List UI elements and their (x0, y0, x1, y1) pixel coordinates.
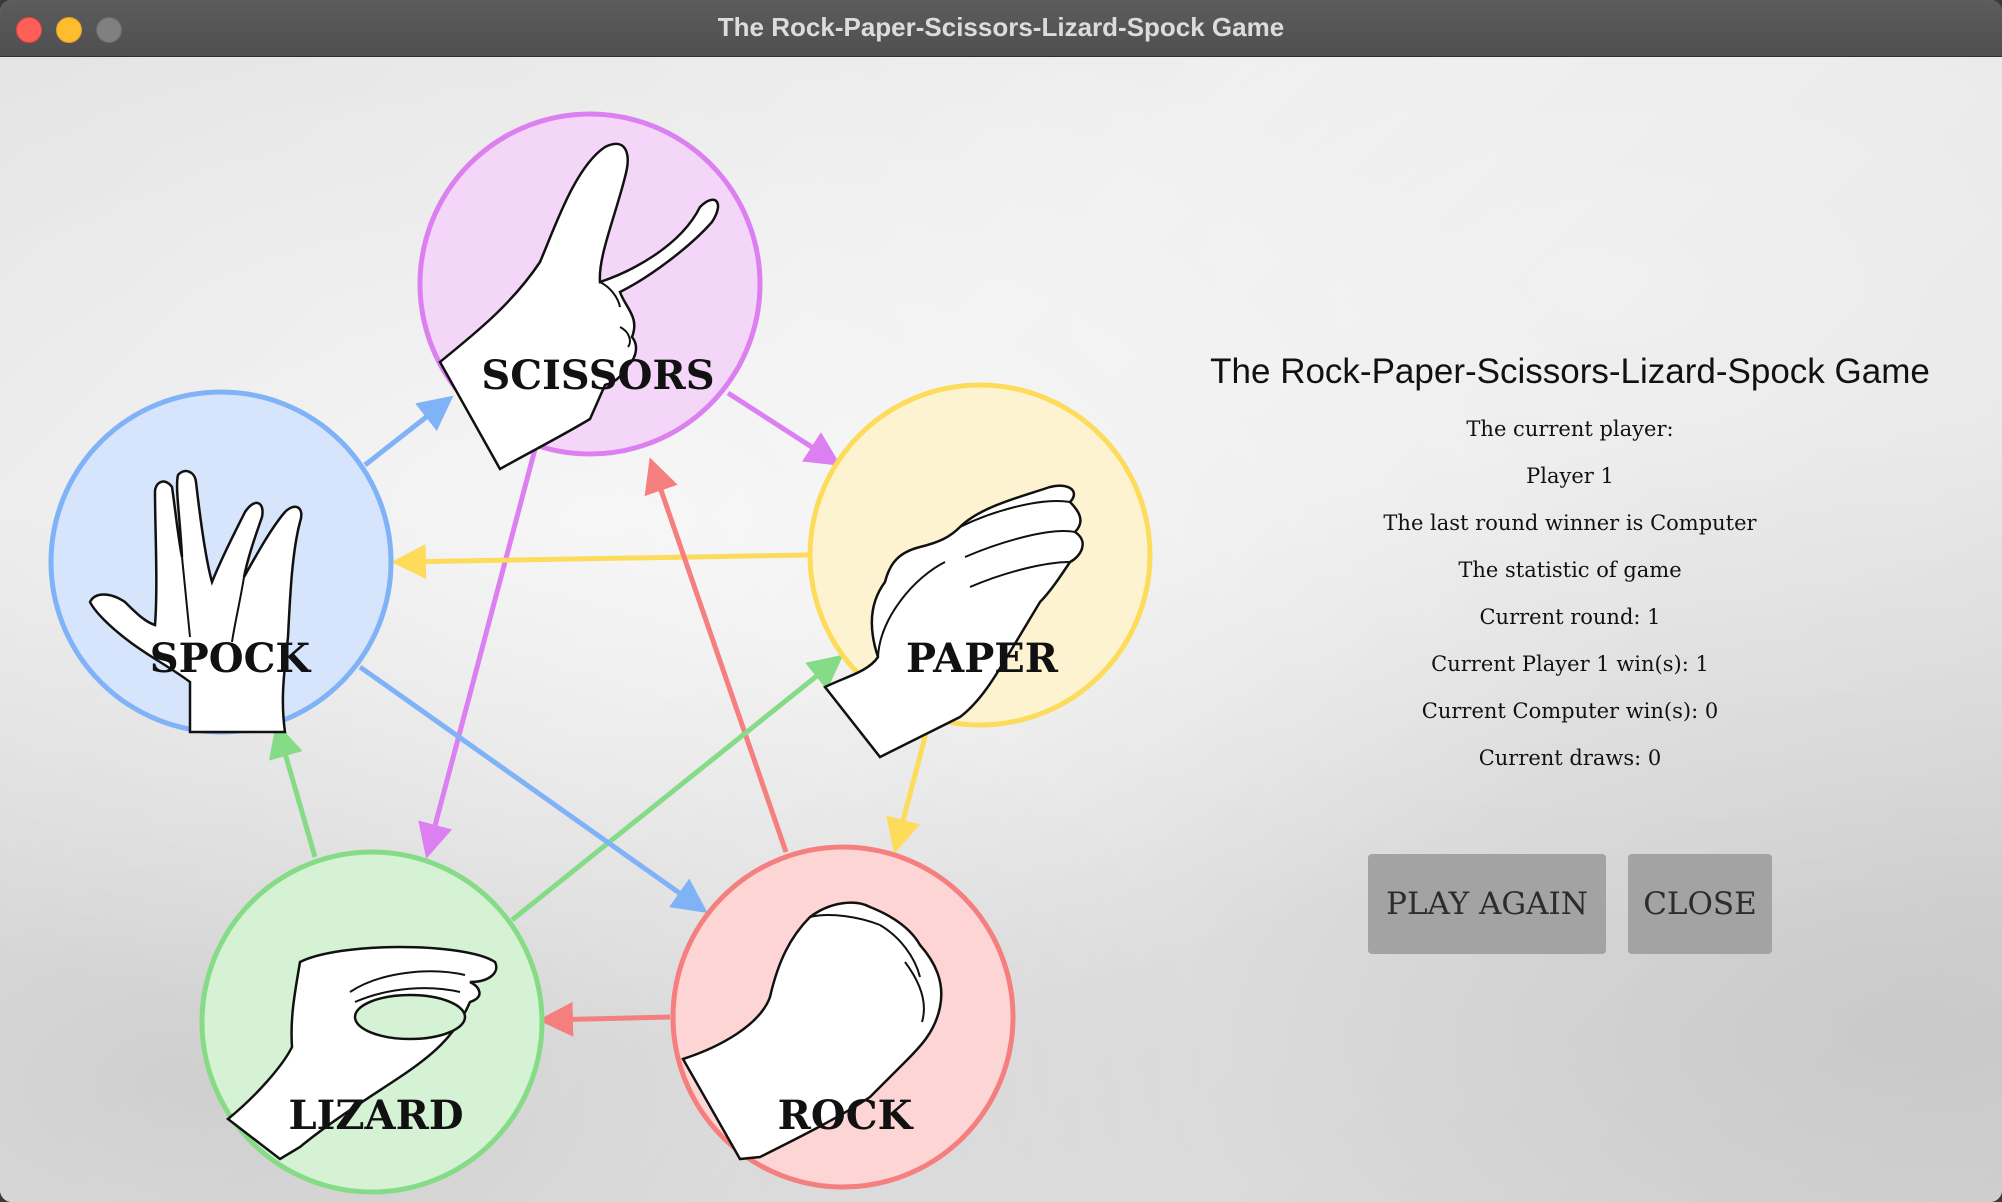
rock-option[interactable]: ROCK (670, 844, 1016, 1190)
play-again-button[interactable]: PLAY AGAIN (1368, 854, 1606, 954)
current-round: Current round: 1 (1479, 605, 1661, 629)
lizard-label: LIZARD (289, 1092, 464, 1139)
info-panel: The Rock-Paper-Scissors-Lizard-Spock Gam… (1180, 352, 1960, 782)
statistic-label: The statistic of game (1458, 558, 1682, 582)
title-bar: The Rock-Paper-Scissors-Lizard-Spock Gam… (0, 0, 2002, 57)
arrow-scissors-to-paper (726, 390, 841, 466)
scissors-option[interactable]: SCISSORS (417, 111, 763, 471)
last-round-winner: The last round winner is Computer (1383, 511, 1757, 535)
arrow-paper-to-spock (391, 544, 809, 580)
draws-count: Current draws: 0 (1478, 746, 1662, 770)
game-canvas: SCISSORS PAPER ROCK LIZARD SPOCK The Roc… (0, 57, 2002, 1202)
paper-label: PAPER (906, 635, 1059, 682)
paper-option[interactable]: PAPER (807, 382, 1153, 759)
computer-wins: Current Computer win(s): 0 (1421, 699, 1719, 723)
arrow-rock-to-lizard (538, 1001, 671, 1037)
arrow-lizard-to-spock (268, 722, 318, 858)
gesture-diagram: SCISSORS PAPER ROCK LIZARD SPOCK (48, 111, 1153, 1195)
close-button[interactable]: CLOSE (1628, 854, 1772, 954)
spock-label: SPOCK (150, 635, 312, 682)
rock-label: ROCK (778, 1092, 914, 1139)
arrow-spock-to-scissors (363, 395, 454, 467)
lizard-option[interactable]: LIZARD (199, 849, 545, 1195)
scissors-label: SCISSORS (481, 352, 714, 399)
current-player-label: The current player: (1466, 417, 1674, 441)
game-title: The Rock-Paper-Scissors-Lizard-Spock Gam… (1210, 352, 1930, 391)
app-window: The Rock-Paper-Scissors-Lizard-Spock Gam… (0, 0, 2002, 1202)
player-wins: Current Player 1 win(s): 1 (1431, 652, 1709, 676)
window-title: The Rock-Paper-Scissors-Lizard-Spock Gam… (717, 12, 1285, 42)
spock-option[interactable]: SPOCK (48, 389, 394, 735)
current-player-value: Player 1 (1526, 464, 1614, 488)
